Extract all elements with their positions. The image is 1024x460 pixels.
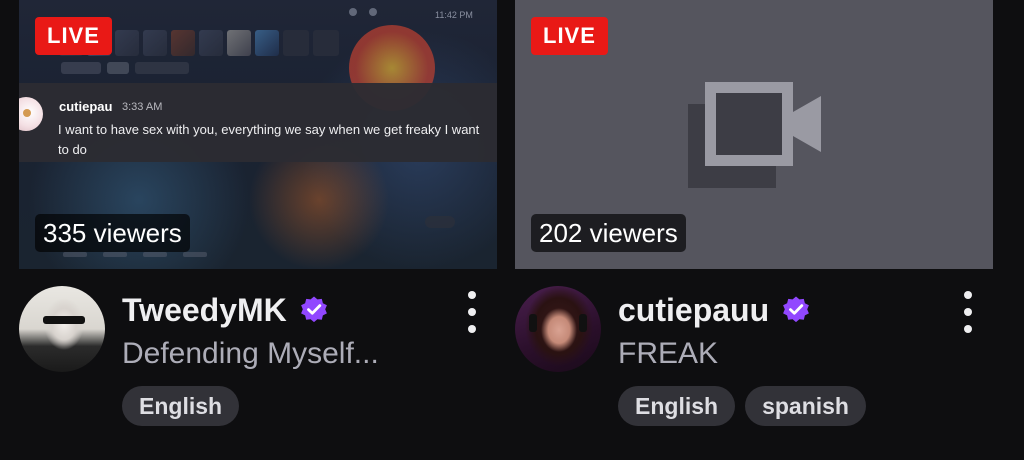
stream-tags: English [122, 386, 240, 426]
kebab-dot [964, 325, 972, 333]
thumbnail-shape [107, 62, 129, 74]
kebab-dot [468, 291, 476, 299]
stream-tags: English spanish [618, 386, 866, 426]
game-tile [143, 30, 167, 56]
tag-spanish[interactable]: spanish [745, 386, 866, 426]
stream-thumbnail[interactable]: LIVE 202 viewers [515, 0, 993, 269]
kebab-dot [964, 308, 972, 316]
stream-title[interactable]: Defending Myself... [122, 334, 379, 374]
kebab-dot [964, 291, 972, 299]
stream-meta: cutiepauu FREAK English spanish [515, 269, 993, 460]
more-options-button[interactable] [462, 291, 482, 333]
viewer-count: 202 viewers [531, 214, 686, 252]
stream-thumbnail[interactable]: 11:42 PM cutiepau 3:33 AM I want to have… [19, 0, 497, 269]
verified-badge-icon [300, 296, 327, 323]
thumbnail-row [61, 62, 189, 74]
stream-title[interactable]: FREAK [618, 334, 718, 374]
game-tile [255, 30, 279, 56]
game-tile [313, 30, 339, 56]
thumbnail-shape [135, 62, 189, 74]
game-tile [115, 30, 139, 56]
notification-message: I want to have sex with you, everything … [58, 122, 480, 157]
stream-card-tweedymk[interactable]: 11:42 PM cutiepau 3:33 AM I want to have… [19, 0, 497, 460]
notification-username: cutiepau [59, 99, 113, 114]
thumbnail-mark [183, 252, 207, 257]
thumbnail-clock: 11:42 PM [435, 10, 473, 20]
stream-meta: TweedyMK Defending Myself... English [19, 269, 497, 460]
thumbnail-mark [63, 252, 87, 257]
live-badge: LIVE [531, 17, 608, 55]
video-camera-icon [688, 82, 821, 188]
notification-avatar [19, 97, 43, 131]
thumbnail-topbar-icons [349, 8, 435, 111]
notification-time: 3:33 AM [122, 101, 163, 113]
channel-avatar[interactable] [19, 286, 105, 372]
tag-english[interactable]: English [122, 386, 240, 426]
thumbnail-bottom-marks [63, 252, 207, 257]
viewer-count: 335 viewers [35, 214, 190, 252]
tag-english[interactable]: English [618, 386, 736, 426]
channel-name[interactable]: TweedyMK [122, 290, 287, 330]
thumbnail-shape [61, 62, 101, 74]
gear-icon [369, 8, 377, 16]
game-tile [227, 30, 251, 56]
stream-grid: 11:42 PM cutiepau 3:33 AM I want to have… [0, 0, 1024, 460]
thumbnail-mark [103, 252, 127, 257]
more-options-button[interactable] [958, 291, 978, 333]
channel-name-row: TweedyMK [122, 290, 329, 330]
live-badge: LIVE [35, 17, 112, 55]
channel-avatar[interactable] [515, 286, 601, 372]
channel-name-row: cutiepauu [618, 290, 811, 330]
kebab-dot [468, 325, 476, 333]
thumbnail-chat-notification: cutiepau 3:33 AM I want to have sex with… [19, 83, 497, 162]
kebab-dot [468, 308, 476, 316]
game-tile [283, 30, 309, 56]
channel-name[interactable]: cutiepauu [618, 290, 769, 330]
thumbnail-pill [425, 216, 455, 228]
search-icon [349, 8, 357, 16]
verified-badge-icon [783, 296, 810, 323]
game-tile [199, 30, 223, 56]
stream-card-cutiepauu[interactable]: LIVE 202 viewers cutiepauu FREAK English… [515, 0, 993, 460]
game-tile [171, 30, 195, 56]
thumbnail-mark [143, 252, 167, 257]
